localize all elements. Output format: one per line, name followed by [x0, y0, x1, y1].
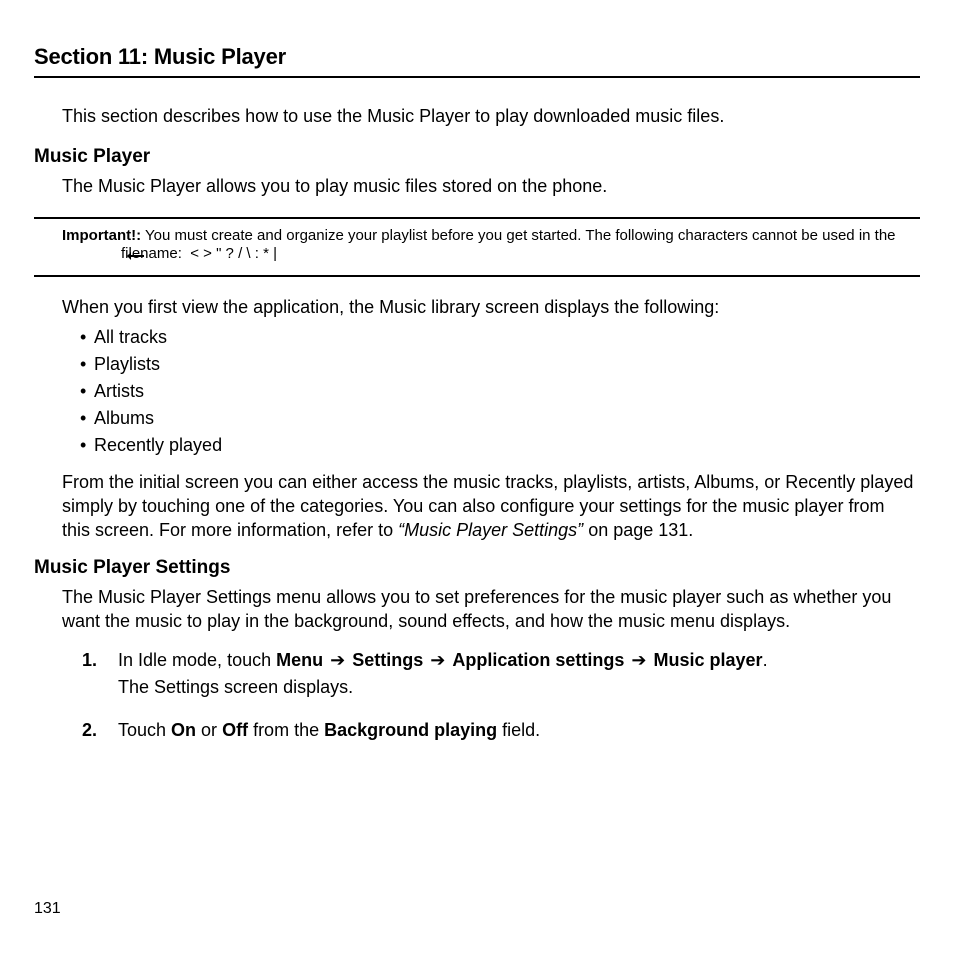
section-title: Section 11: Music Player [34, 44, 920, 78]
important-label: Important!: [62, 227, 141, 244]
step-1: In Idle mode, touch Menu ➔ Settings ➔ Ap… [82, 647, 920, 701]
important-note-box: Important!: You must create and organize… [34, 217, 920, 277]
intro-paragraph: This section describes how to use the Mu… [62, 104, 916, 128]
step2-post: field. [497, 720, 540, 740]
settings-label: Settings [352, 650, 423, 670]
settings-body: The Music Player Settings menu allows yo… [62, 585, 916, 634]
cross-reference: “Music Player Settings” [398, 520, 583, 540]
list-item: Playlists [80, 354, 920, 375]
step2-mid: from the [248, 720, 324, 740]
music-player-body: The Music Player allows you to play musi… [62, 174, 916, 198]
arrow-icon: ➔ [328, 647, 347, 674]
app-settings-label: Application settings [452, 650, 624, 670]
on-label: On [171, 720, 196, 740]
nav-para-post: on page 131. [583, 520, 693, 540]
document-page: Section 11: Music Player This section de… [0, 0, 954, 954]
off-label: Off [222, 720, 248, 740]
important-note: Important!: You must create and organize… [93, 227, 920, 265]
steps-list: In Idle mode, touch Menu ➔ Settings ➔ Ap… [82, 647, 920, 744]
page-number: 131 [34, 900, 61, 918]
step1-pre: In Idle mode, touch [118, 650, 276, 670]
step1-dot: . [763, 650, 768, 670]
navigation-paragraph: From the initial screen you can either a… [62, 470, 916, 543]
list-item: Albums [80, 408, 920, 429]
library-lead: When you first view the application, the… [62, 295, 916, 319]
library-list: All tracks Playlists Artists Albums Rece… [80, 327, 920, 456]
step-2: Touch On or Off from the Background play… [82, 717, 920, 744]
list-item: Recently played [80, 435, 920, 456]
music-player-heading: Music Player [34, 146, 920, 168]
arrow-icon: ➔ [428, 647, 447, 674]
menu-label: Menu [276, 650, 323, 670]
arrow-icon: ➔ [629, 647, 648, 674]
background-playing-label: Background playing [324, 720, 497, 740]
important-chars: < > " ? / \ : * | [186, 245, 277, 262]
settings-heading: Music Player Settings [34, 557, 920, 579]
step2-pre: Touch [118, 720, 171, 740]
step2-or: or [196, 720, 222, 740]
step1-after: The Settings screen displays. [118, 677, 353, 697]
list-item: All tracks [80, 327, 920, 348]
list-item: Artists [80, 381, 920, 402]
music-player-label: Music player [654, 650, 763, 670]
